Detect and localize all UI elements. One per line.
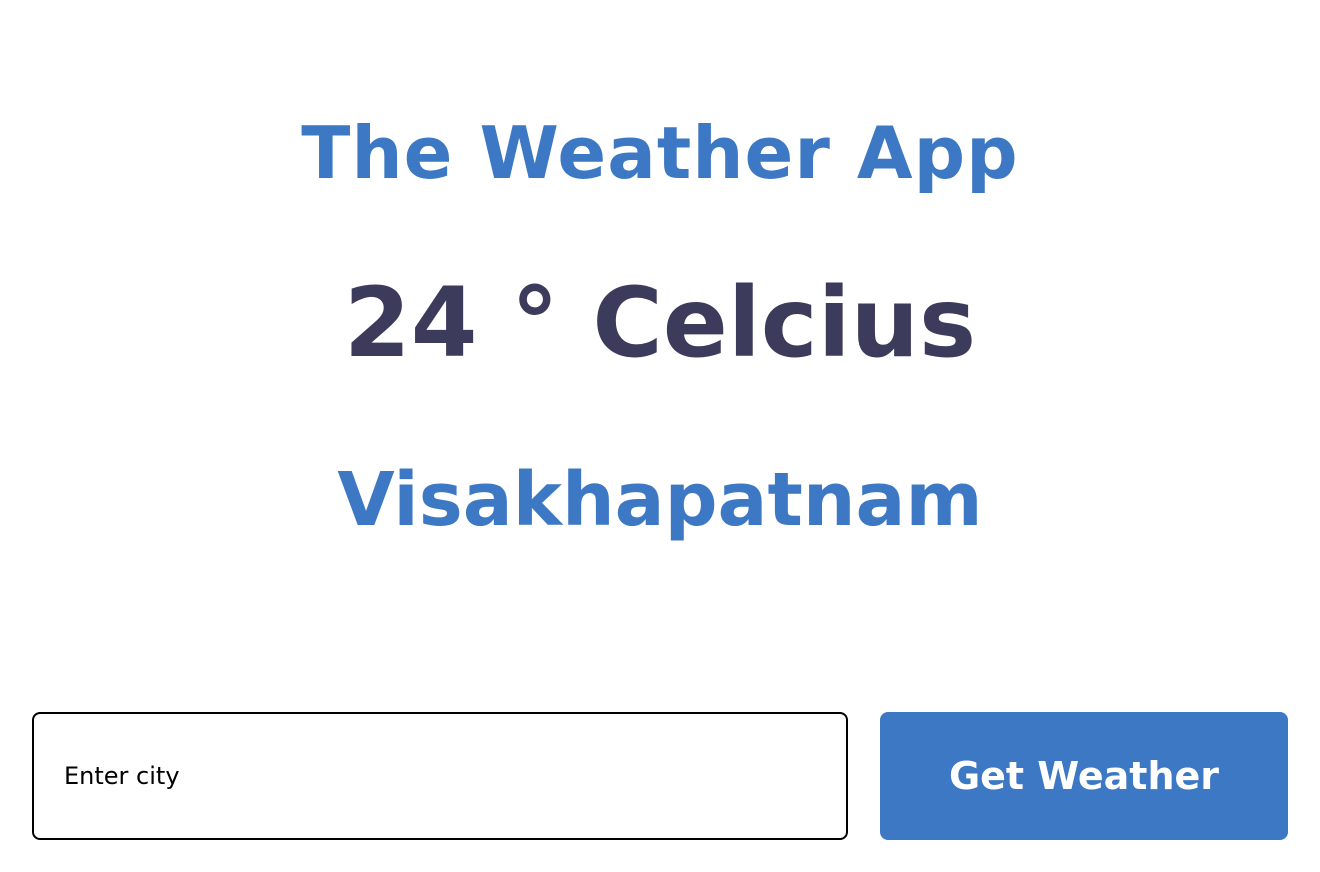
get-weather-button[interactable]: Get Weather <box>880 712 1288 840</box>
city-search-input[interactable] <box>32 712 848 840</box>
weather-app: The Weather App 24 ° Celcius Visakhapatn… <box>0 0 1320 872</box>
page-title: The Weather App <box>301 111 1019 195</box>
city-name: Visakhapatnam <box>337 457 983 543</box>
temperature-display: 24 ° Celcius <box>343 267 977 379</box>
